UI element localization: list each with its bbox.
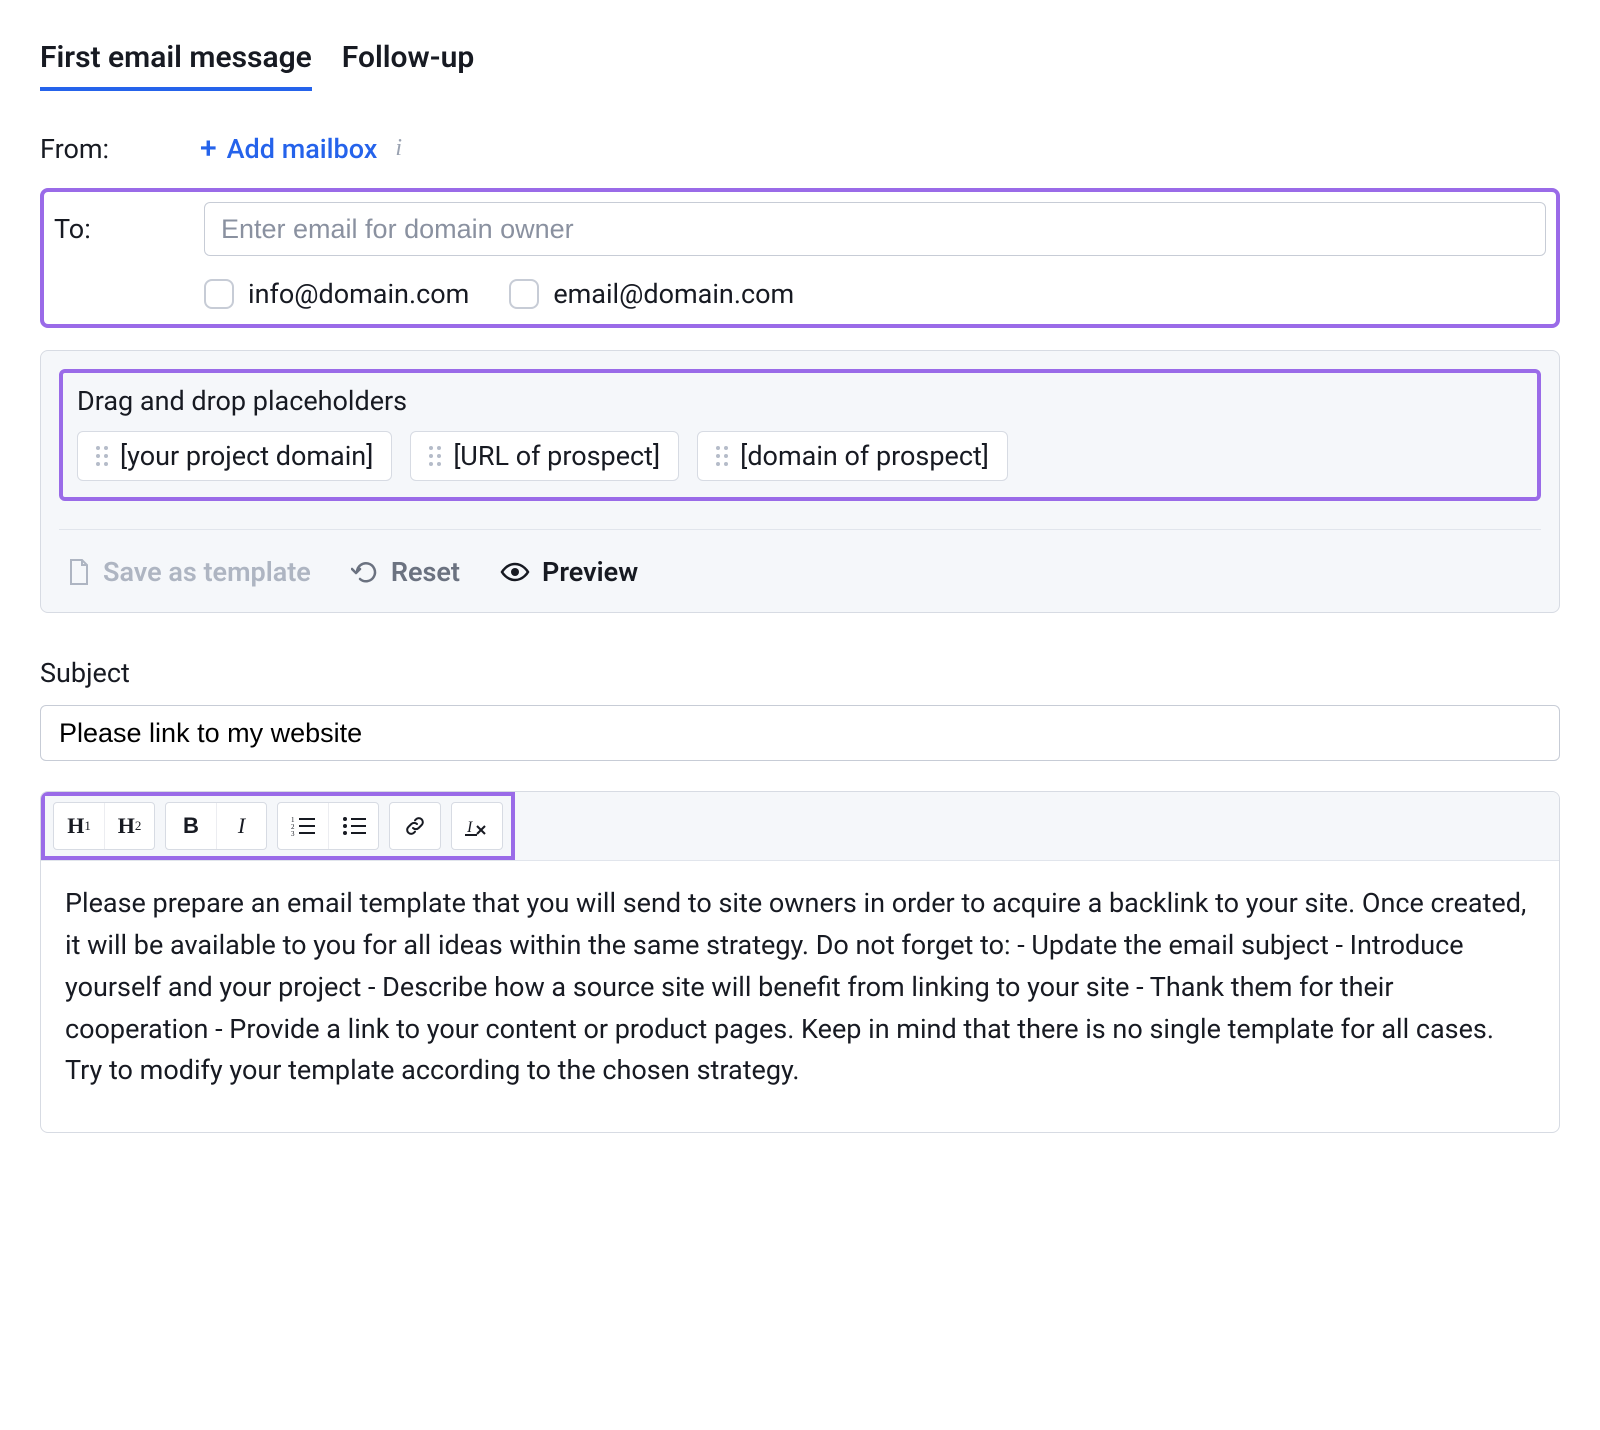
h1-button[interactable]: H1 <box>54 803 104 849</box>
placeholder-chip-1-label: [URL of prospect] <box>453 440 660 472</box>
to-suggestion-0: info@domain.com <box>204 278 469 310</box>
add-mailbox-button[interactable]: + Add mailbox i <box>200 131 402 166</box>
grip-icon <box>716 446 728 466</box>
grip-icon <box>429 446 441 466</box>
to-suggestions: info@domain.com email@domain.com <box>204 278 1546 310</box>
reset-label: Reset <box>391 556 460 588</box>
editor-body[interactable]: Please prepare an email template that yo… <box>41 861 1559 1132</box>
plus-icon: + <box>200 131 217 166</box>
placeholder-chip-domain-prospect[interactable]: [domain of prospect] <box>697 431 1008 481</box>
subject-input[interactable] <box>40 705 1560 761</box>
clear-format-icon: I <box>465 816 489 836</box>
preview-label: Preview <box>542 556 638 588</box>
eye-icon <box>500 562 530 582</box>
h2-button[interactable]: H2 <box>104 803 154 849</box>
svg-text:I: I <box>466 819 473 836</box>
placeholder-chip-0-label: [your project domain] <box>120 440 373 472</box>
unordered-list-button[interactable] <box>328 803 378 849</box>
svg-text:3: 3 <box>291 830 295 836</box>
to-label: To: <box>54 213 204 245</box>
link-group <box>389 802 441 850</box>
placeholders-panel: Drag and drop placeholders [your project… <box>40 350 1560 613</box>
editor-toolbar-bar: H1 H2 B I 1 2 3 <box>41 792 1559 861</box>
placeholder-chip-2-label: [domain of prospect] <box>740 440 989 472</box>
clear-group: I <box>451 802 503 850</box>
placeholder-chips: [your project domain] [URL of prospect] … <box>77 431 1523 481</box>
editor-toolbar-highlight: H1 H2 B I 1 2 3 <box>41 792 515 860</box>
list-group: 1 2 3 <box>277 802 379 850</box>
from-row: From: + Add mailbox i <box>40 131 1560 166</box>
ordered-list-button[interactable]: 1 2 3 <box>278 803 328 849</box>
bold-button[interactable]: B <box>166 803 216 849</box>
document-icon <box>67 558 91 586</box>
info-icon[interactable]: i <box>395 135 402 162</box>
grip-icon <box>96 446 108 466</box>
ordered-list-icon: 1 2 3 <box>291 816 315 836</box>
checkbox-info-domain[interactable] <box>204 279 234 309</box>
checkbox-email-domain[interactable] <box>509 279 539 309</box>
add-mailbox-label: Add mailbox <box>227 133 378 165</box>
panel-actions: Save as template Reset Preview <box>59 556 1541 588</box>
heading-group: H1 H2 <box>53 802 155 850</box>
link-button[interactable] <box>390 803 440 849</box>
subject-label: Subject <box>40 657 1560 689</box>
unordered-list-icon <box>342 816 366 836</box>
to-suggestion-1: email@domain.com <box>509 278 794 310</box>
preview-button[interactable]: Preview <box>500 556 638 588</box>
placeholders-title: Drag and drop placeholders <box>77 385 1523 417</box>
italic-button[interactable]: I <box>216 803 266 849</box>
reset-button[interactable]: Reset <box>351 556 460 588</box>
undo-icon <box>351 560 379 584</box>
clear-format-button[interactable]: I <box>452 803 502 849</box>
to-section-highlight: To: info@domain.com email@domain.com <box>40 188 1560 328</box>
to-row: To: <box>54 202 1546 256</box>
to-suggestion-1-label: email@domain.com <box>553 278 794 310</box>
to-suggestion-0-label: info@domain.com <box>248 278 469 310</box>
tabs: First email message Follow-up <box>40 40 1560 91</box>
tab-first-email[interactable]: First email message <box>40 40 312 91</box>
placeholder-chip-url-prospect[interactable]: [URL of prospect] <box>410 431 679 481</box>
placeholders-highlight: Drag and drop placeholders [your project… <box>59 369 1541 501</box>
tab-follow-up[interactable]: Follow-up <box>342 40 475 91</box>
from-label: From: <box>40 133 200 165</box>
email-editor: H1 H2 B I 1 2 3 <box>40 791 1560 1133</box>
placeholder-chip-project-domain[interactable]: [your project domain] <box>77 431 392 481</box>
save-as-template-button[interactable]: Save as template <box>67 556 311 588</box>
save-as-template-label: Save as template <box>103 556 311 588</box>
link-icon <box>404 815 426 837</box>
format-group: B I <box>165 802 267 850</box>
to-input[interactable] <box>204 202 1546 256</box>
